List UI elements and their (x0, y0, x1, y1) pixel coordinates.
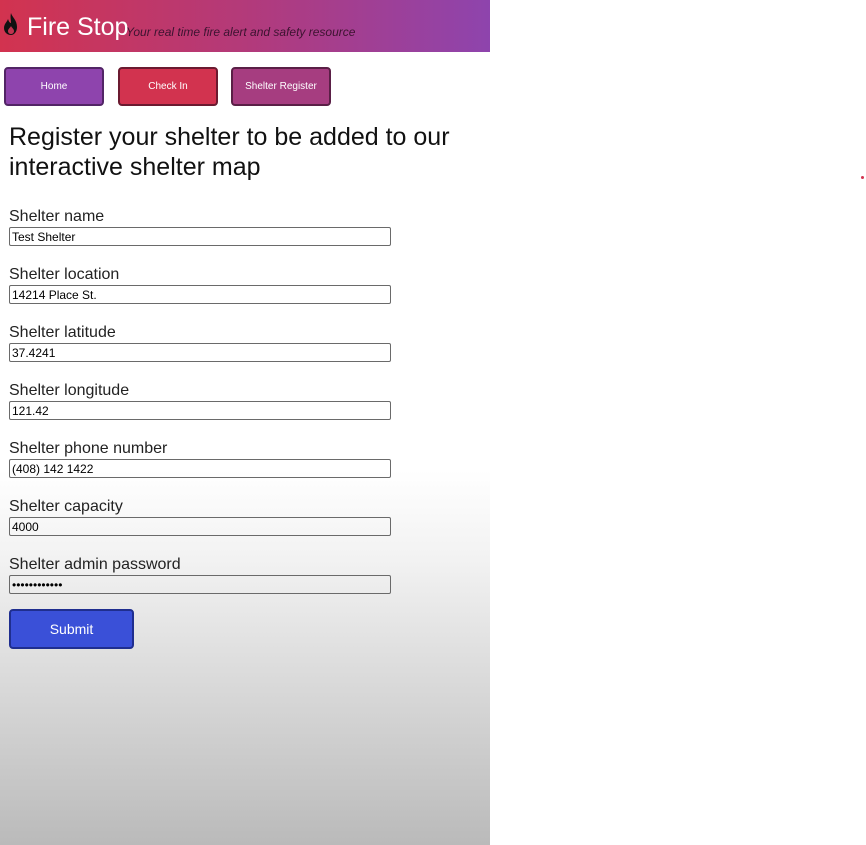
flame-icon (4, 13, 17, 35)
brand-tagline: Your real time fire alert and safety res… (126, 25, 356, 39)
shelter-phone-input[interactable] (9, 459, 391, 478)
shelter-location-input[interactable] (9, 285, 391, 304)
red-dot-marker (861, 176, 864, 179)
shelter-phone-label: Shelter phone number (9, 440, 168, 457)
shelter-latitude-input[interactable] (9, 343, 391, 362)
check-in-button[interactable]: Check In (118, 67, 218, 106)
app-panel: Fire Stop Your real time fire alert and … (0, 0, 490, 845)
shelter-admin-password-input[interactable] (9, 575, 391, 594)
site-header: Fire Stop Your real time fire alert and … (0, 0, 490, 52)
shelter-longitude-label: Shelter longitude (9, 382, 130, 399)
brand-title: Fire Stop (27, 13, 129, 41)
shelter-admin-password-label: Shelter admin password (9, 556, 181, 573)
shelter-capacity-input[interactable] (9, 517, 391, 536)
page-title: Register your shelter to be added to our… (9, 123, 450, 181)
shelter-capacity-label: Shelter capacity (9, 498, 123, 515)
shelter-location-label: Shelter location (9, 266, 120, 283)
shelter-name-label: Shelter name (9, 208, 105, 225)
shelter-latitude-label: Shelter latitude (9, 324, 116, 341)
submit-button[interactable]: Submit (9, 609, 134, 649)
shelter-longitude-input[interactable] (9, 401, 391, 420)
shelter-name-input[interactable] (9, 227, 391, 246)
home-button[interactable]: Home (4, 67, 104, 106)
shelter-register-button[interactable]: Shelter Register (231, 67, 331, 106)
